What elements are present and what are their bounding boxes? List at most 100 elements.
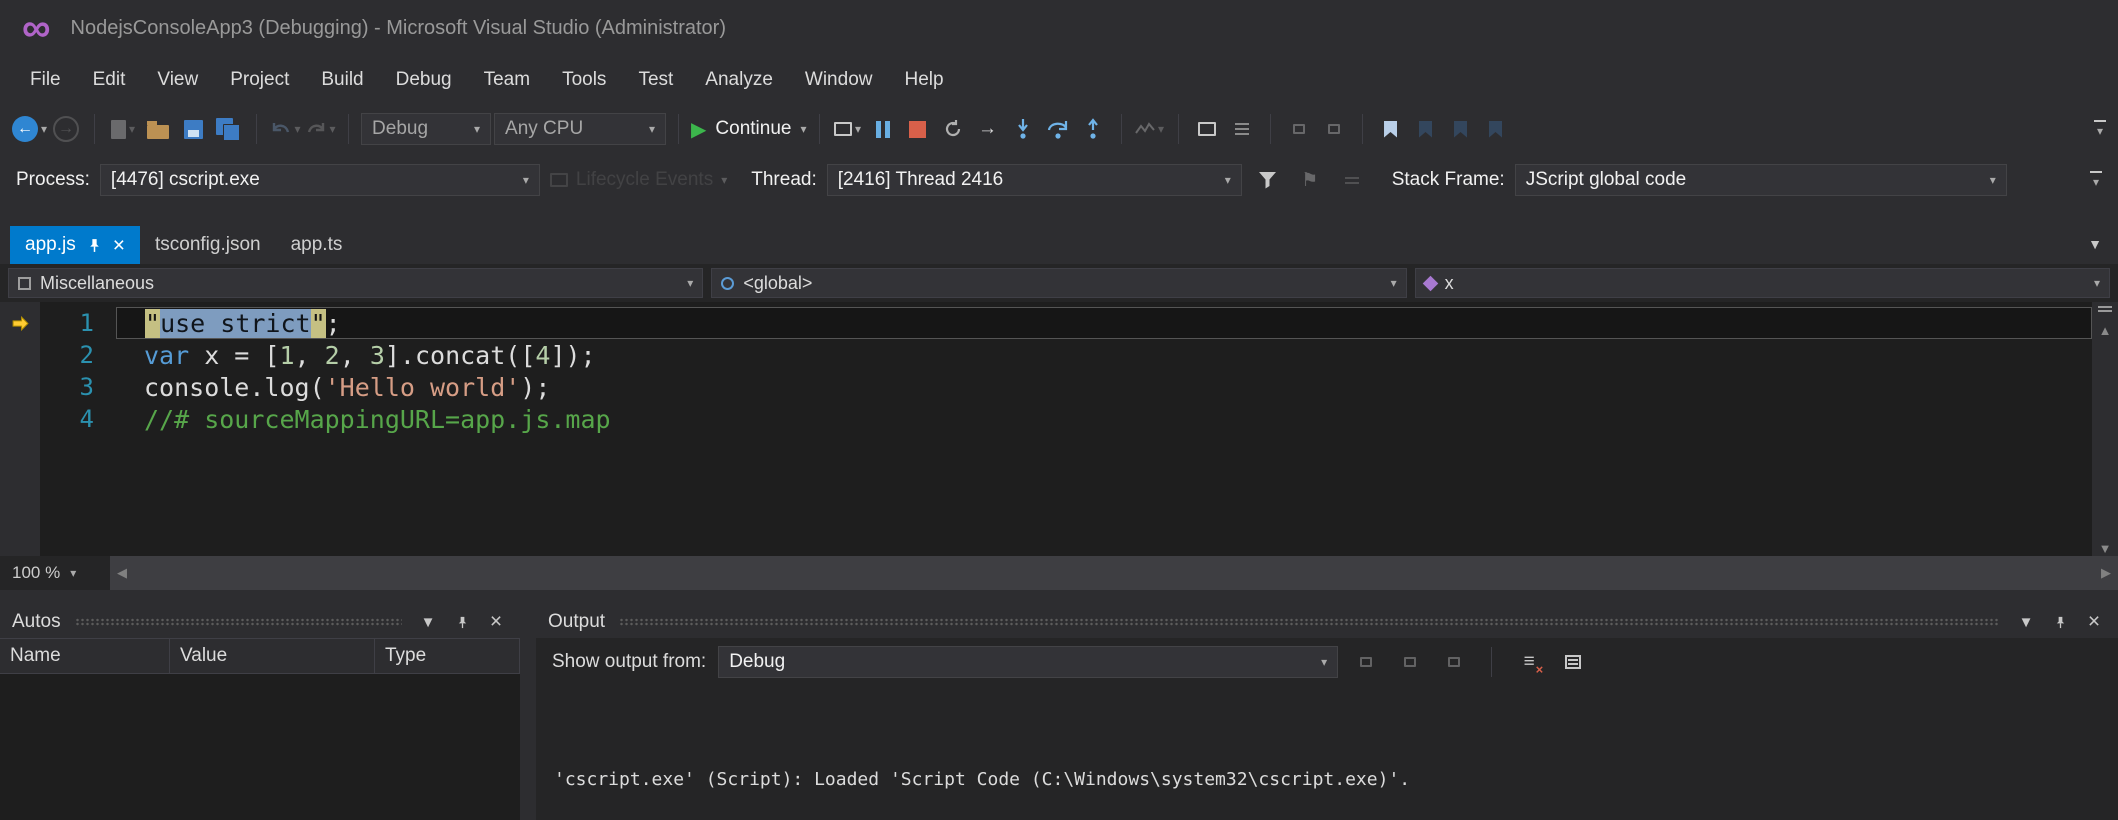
new-file-button[interactable]: ▾ (107, 112, 139, 146)
solution-platform-combo[interactable]: Any CPU ▾ (494, 113, 667, 145)
code-segment: ; (325, 308, 341, 338)
close-panel-icon[interactable]: × (484, 610, 508, 634)
pin-icon[interactable] (87, 238, 102, 253)
menu-debug[interactable]: Debug (380, 63, 468, 97)
menu-analyze[interactable]: Analyze (689, 63, 789, 97)
column-name[interactable]: Name (0, 639, 170, 673)
find-message-button[interactable] (1350, 645, 1382, 679)
toggle-bookmark-button[interactable] (1375, 112, 1407, 146)
clear-bookmarks-button[interactable] (1480, 112, 1512, 146)
open-file-button[interactable] (142, 112, 174, 146)
menu-test[interactable]: Test (622, 63, 689, 97)
step-over-button[interactable] (1042, 112, 1074, 146)
window-position-icon[interactable]: ▼ (2014, 614, 2038, 631)
comment-selection-button[interactable] (1283, 112, 1315, 146)
application-insights-button[interactable]: ▾ (1134, 112, 1166, 146)
tab-tsconfig-json[interactable]: tsconfig.json (140, 226, 276, 264)
stack-frame-combo[interactable]: JScript global code ▾ (1514, 164, 2007, 196)
filter-threads-button[interactable] (1252, 163, 1284, 197)
menu-build[interactable]: Build (305, 63, 379, 97)
toolbar-overflow-button[interactable]: ▾ (2094, 120, 2106, 138)
solution-configuration-combo[interactable]: Debug ▾ (361, 113, 492, 145)
previous-bookmark-button[interactable] (1410, 112, 1442, 146)
clear-all-button[interactable]: ≡ × (1513, 645, 1545, 679)
show-call-stack-button[interactable] (1226, 112, 1258, 146)
toggle-word-wrap-button[interactable] (1557, 645, 1589, 679)
window-position-icon[interactable]: ▼ (416, 614, 440, 631)
auto-hide-pin-icon[interactable] (450, 616, 474, 629)
lifecycle-events-button[interactable]: Lifecycle Events ▾ (549, 169, 727, 191)
stop-debugging-button[interactable] (902, 112, 934, 146)
redo-button[interactable]: ▾ (304, 112, 336, 146)
menu-help[interactable]: Help (888, 63, 959, 97)
restart-button[interactable] (937, 112, 969, 146)
uncomment-selection-button[interactable] (1318, 112, 1350, 146)
autos-body[interactable] (0, 674, 520, 820)
code-line-4[interactable]: 4 //# sourceMappingURL=app.js.map (0, 403, 2092, 435)
code-text[interactable]: var x = [ 1 , 2 , 3 ].concat([ 4 ]); (116, 339, 2092, 371)
previous-message-button[interactable] (1394, 645, 1426, 679)
close-tab-icon[interactable]: × (113, 235, 125, 256)
step-out-button[interactable] (1077, 112, 1109, 146)
code-text[interactable]: " use strict " ; (116, 307, 2092, 339)
panel-grip[interactable] (619, 618, 2000, 626)
tab-app-ts[interactable]: app.ts (276, 226, 358, 264)
vertical-panel-splitter[interactable] (520, 606, 536, 820)
navigate-backward-button[interactable]: ← ▾ (12, 112, 47, 146)
code-segment: , (339, 340, 370, 370)
continue-button[interactable]: ▶ Continue ▾ (691, 112, 806, 146)
menu-file[interactable]: File (14, 63, 77, 97)
save-button[interactable] (177, 112, 209, 146)
column-value[interactable]: Value (170, 639, 375, 673)
thread-combo[interactable]: [2416] Thread 2416 ▾ (826, 164, 1242, 196)
output-source-combo[interactable]: Debug ▾ (718, 646, 1339, 678)
next-bookmark-button[interactable] (1445, 112, 1477, 146)
type-dropdown[interactable]: <global> ▾ (711, 268, 1407, 298)
navigate-forward-button[interactable]: → (50, 112, 82, 146)
member-dropdown[interactable]: x ▾ (1414, 268, 2110, 298)
scroll-down-icon[interactable]: ▼ (2099, 541, 2112, 556)
project-dropdown[interactable]: Miscellaneous ▾ (8, 268, 704, 298)
document-list-caret-icon[interactable]: ▼ (2088, 236, 2102, 252)
horizontal-scrollbar[interactable]: ◀ ▶ (110, 556, 2118, 590)
flag-threads-button[interactable]: ⚑ (1294, 163, 1326, 197)
output-log[interactable]: 'cscript.exe' (Script): Loaded 'Script C… (536, 686, 2118, 820)
zoom-level-dropdown[interactable]: 100 % ▾ (0, 556, 110, 590)
panel-grip[interactable] (74, 618, 402, 626)
show-next-statement-button[interactable]: → (972, 112, 1004, 146)
menu-view[interactable]: View (141, 63, 214, 97)
split-editor-handle-icon[interactable] (2098, 306, 2112, 315)
column-type[interactable]: Type (375, 639, 520, 673)
save-all-button[interactable] (212, 112, 244, 146)
output-header[interactable]: Output ▼ × (536, 606, 2118, 638)
vertical-scrollbar[interactable]: ▲ ▼ (2092, 302, 2118, 556)
break-all-button[interactable] (867, 112, 899, 146)
menu-window[interactable]: Window (789, 63, 889, 97)
menu-team[interactable]: Team (468, 63, 546, 97)
code-text[interactable]: //# sourceMappingURL=app.js.map (116, 403, 2092, 435)
scroll-left-icon[interactable]: ◀ (117, 565, 127, 581)
menu-project[interactable]: Project (214, 63, 305, 97)
debugbar-overflow-button[interactable]: ▾ (2090, 171, 2102, 189)
close-panel-icon[interactable]: × (2082, 610, 2106, 634)
code-line-2[interactable]: 2 var x = [ 1 , 2 , 3 ].concat([ 4 ]); (0, 339, 2092, 371)
tab-app-js[interactable]: app.js × (10, 226, 140, 264)
code-text[interactable]: console.log( 'Hello world' ); (116, 371, 2092, 403)
scroll-up-icon[interactable]: ▲ (2099, 323, 2112, 338)
panel-splitter[interactable] (0, 590, 2118, 606)
code-editor[interactable]: 1 " use strict " ; 2 var x = [ 1 , 2 , 3… (0, 302, 2118, 556)
menu-edit[interactable]: Edit (77, 63, 142, 97)
menu-tools[interactable]: Tools (546, 63, 622, 97)
undo-button[interactable]: ▾ (269, 112, 301, 146)
show-threads-in-source-button[interactable] (1191, 112, 1223, 146)
autos-header[interactable]: Autos ▼ × (0, 606, 520, 638)
step-into-button[interactable] (1007, 112, 1039, 146)
code-line-3[interactable]: 3 console.log( 'Hello world' ); (0, 371, 2092, 403)
suspend-threads-button[interactable] (1336, 163, 1368, 197)
next-message-button[interactable] (1438, 645, 1470, 679)
diagnostic-tools-button[interactable]: ▾ (832, 112, 864, 146)
code-line-1[interactable]: 1 " use strict " ; (0, 307, 2092, 339)
auto-hide-pin-icon[interactable] (2048, 616, 2072, 629)
process-combo[interactable]: [4476] cscript.exe ▾ (99, 164, 540, 196)
scroll-right-icon[interactable]: ▶ (2101, 565, 2111, 581)
